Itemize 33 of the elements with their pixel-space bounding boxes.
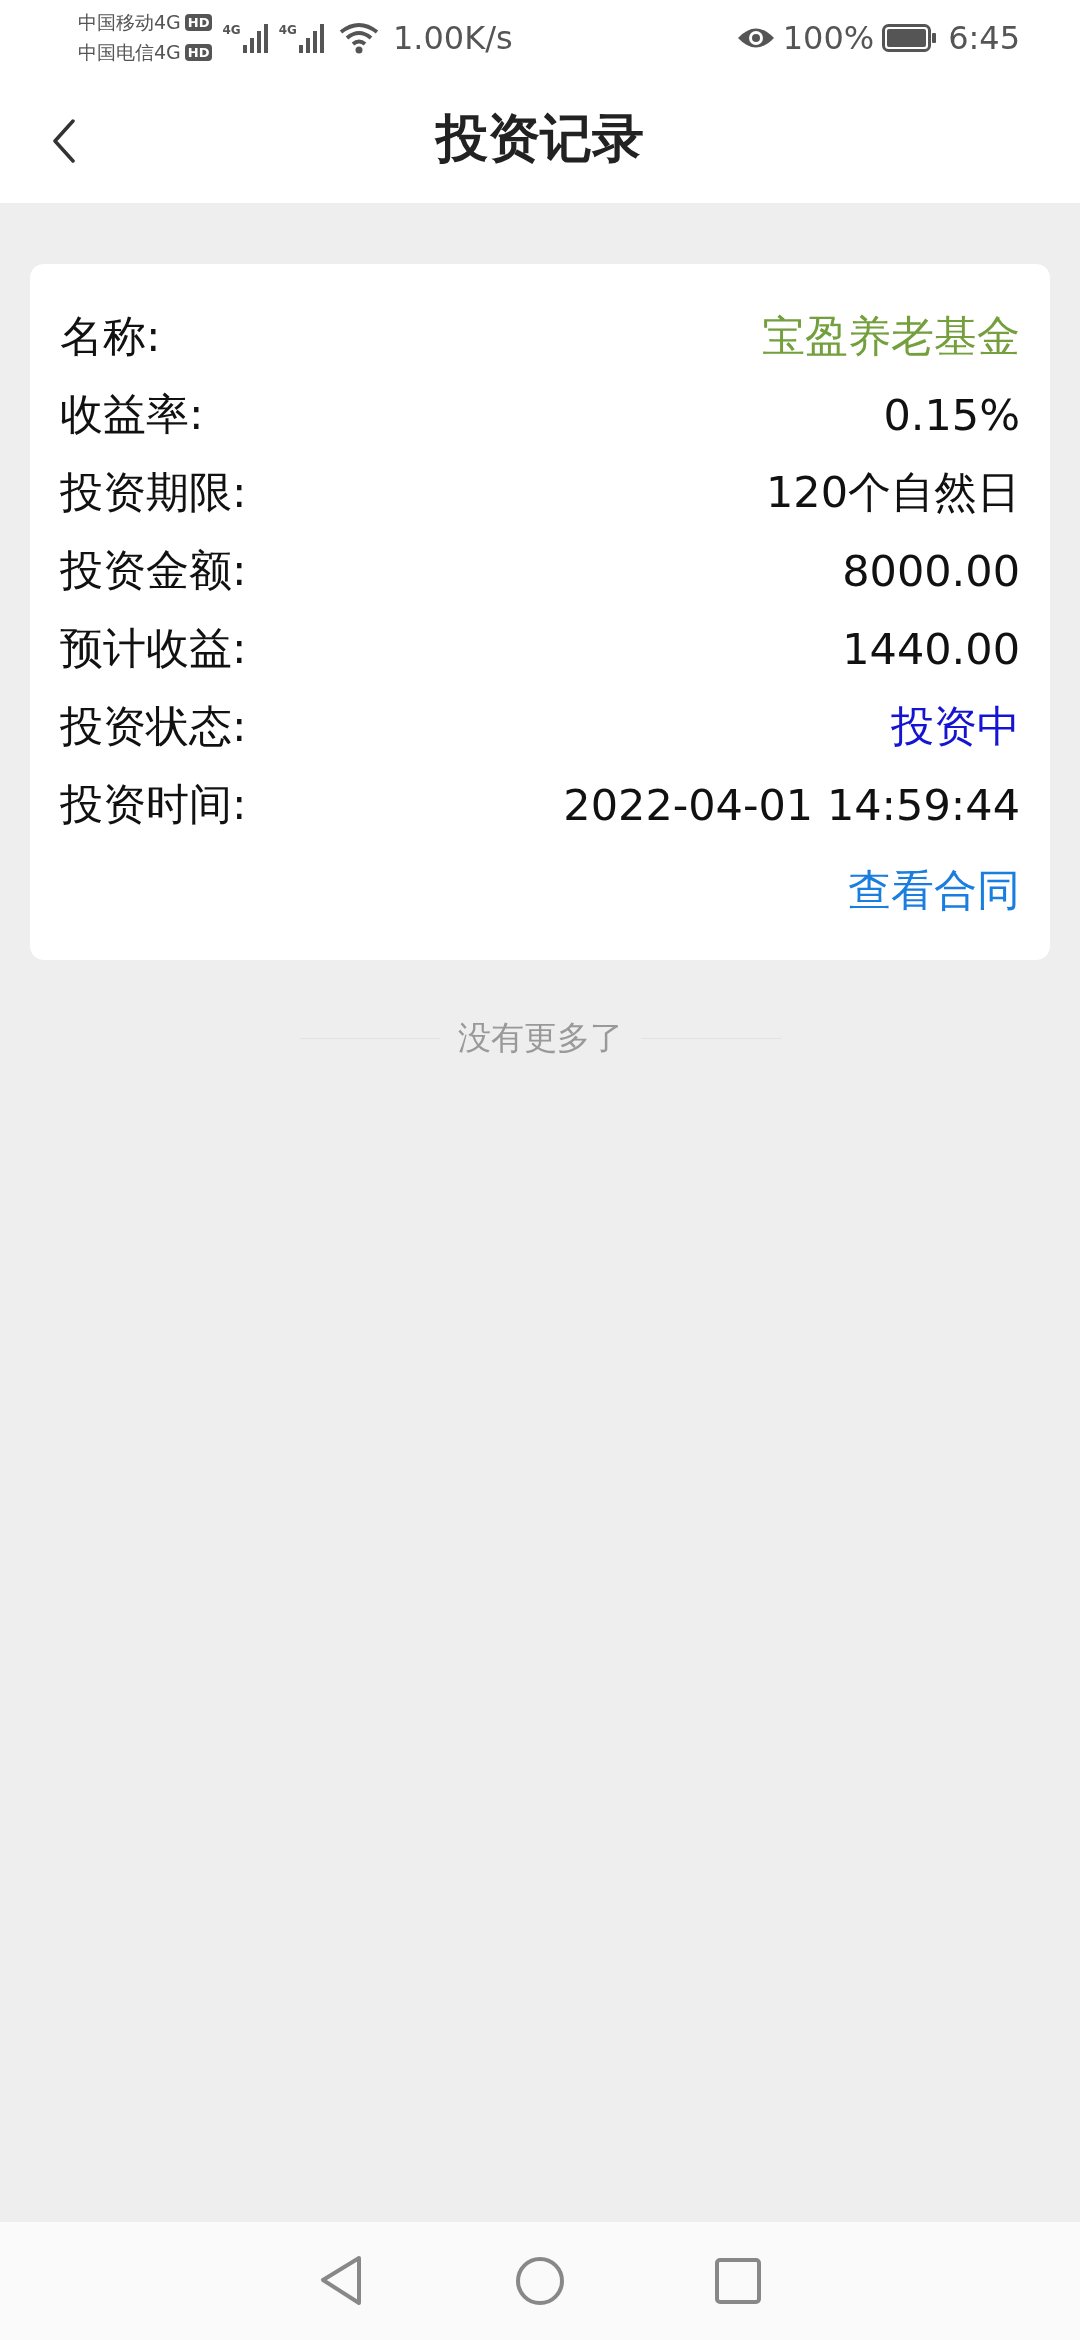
network-speed: 1.00K/s [392, 18, 513, 57]
hd-badge: HD [184, 14, 213, 31]
back-icon[interactable] [52, 119, 76, 163]
recents-icon[interactable] [715, 2258, 761, 2304]
no-more-text: 没有更多了 [457, 1017, 623, 1059]
field-value: 投资中 [891, 700, 1020, 753]
battery-percent: 100% [782, 18, 875, 57]
page-title: 投资记录 [436, 107, 644, 170]
carrier-label: 中国移动4G [78, 9, 181, 35]
field-label: 名称: [60, 310, 161, 363]
network-label: 4G [222, 22, 241, 37]
field-value: 1440.00 [842, 624, 1020, 674]
field-label: 投资状态: [60, 700, 247, 753]
field-label: 投资金额: [60, 544, 247, 597]
field-label: 投资期限: [60, 466, 247, 519]
battery-icon [882, 23, 937, 52]
field-label: 投资时间: [60, 778, 247, 831]
home-icon[interactable] [515, 2256, 565, 2306]
network-label: 4G [278, 22, 297, 37]
field-value: 120个自然日 [765, 466, 1020, 519]
field-label: 预计收益: [60, 622, 247, 675]
field-value: 8000.00 [842, 546, 1020, 596]
view-contract-link[interactable]: 查看合同 [848, 862, 1020, 920]
field-value: 2022-04-01 14:59:44 [563, 780, 1020, 830]
field-value: 0.15% [883, 390, 1020, 440]
clock: 6:45 [948, 18, 1020, 57]
signal-icon [242, 22, 269, 53]
carrier-label: 中国电信4G [78, 39, 181, 65]
signal-icon [298, 22, 325, 53]
field-value: 宝盈养老基金 [762, 310, 1020, 363]
wifi-icon [338, 21, 379, 54]
hd-badge: HD [184, 44, 213, 61]
field-label: 收益率: [60, 388, 204, 441]
